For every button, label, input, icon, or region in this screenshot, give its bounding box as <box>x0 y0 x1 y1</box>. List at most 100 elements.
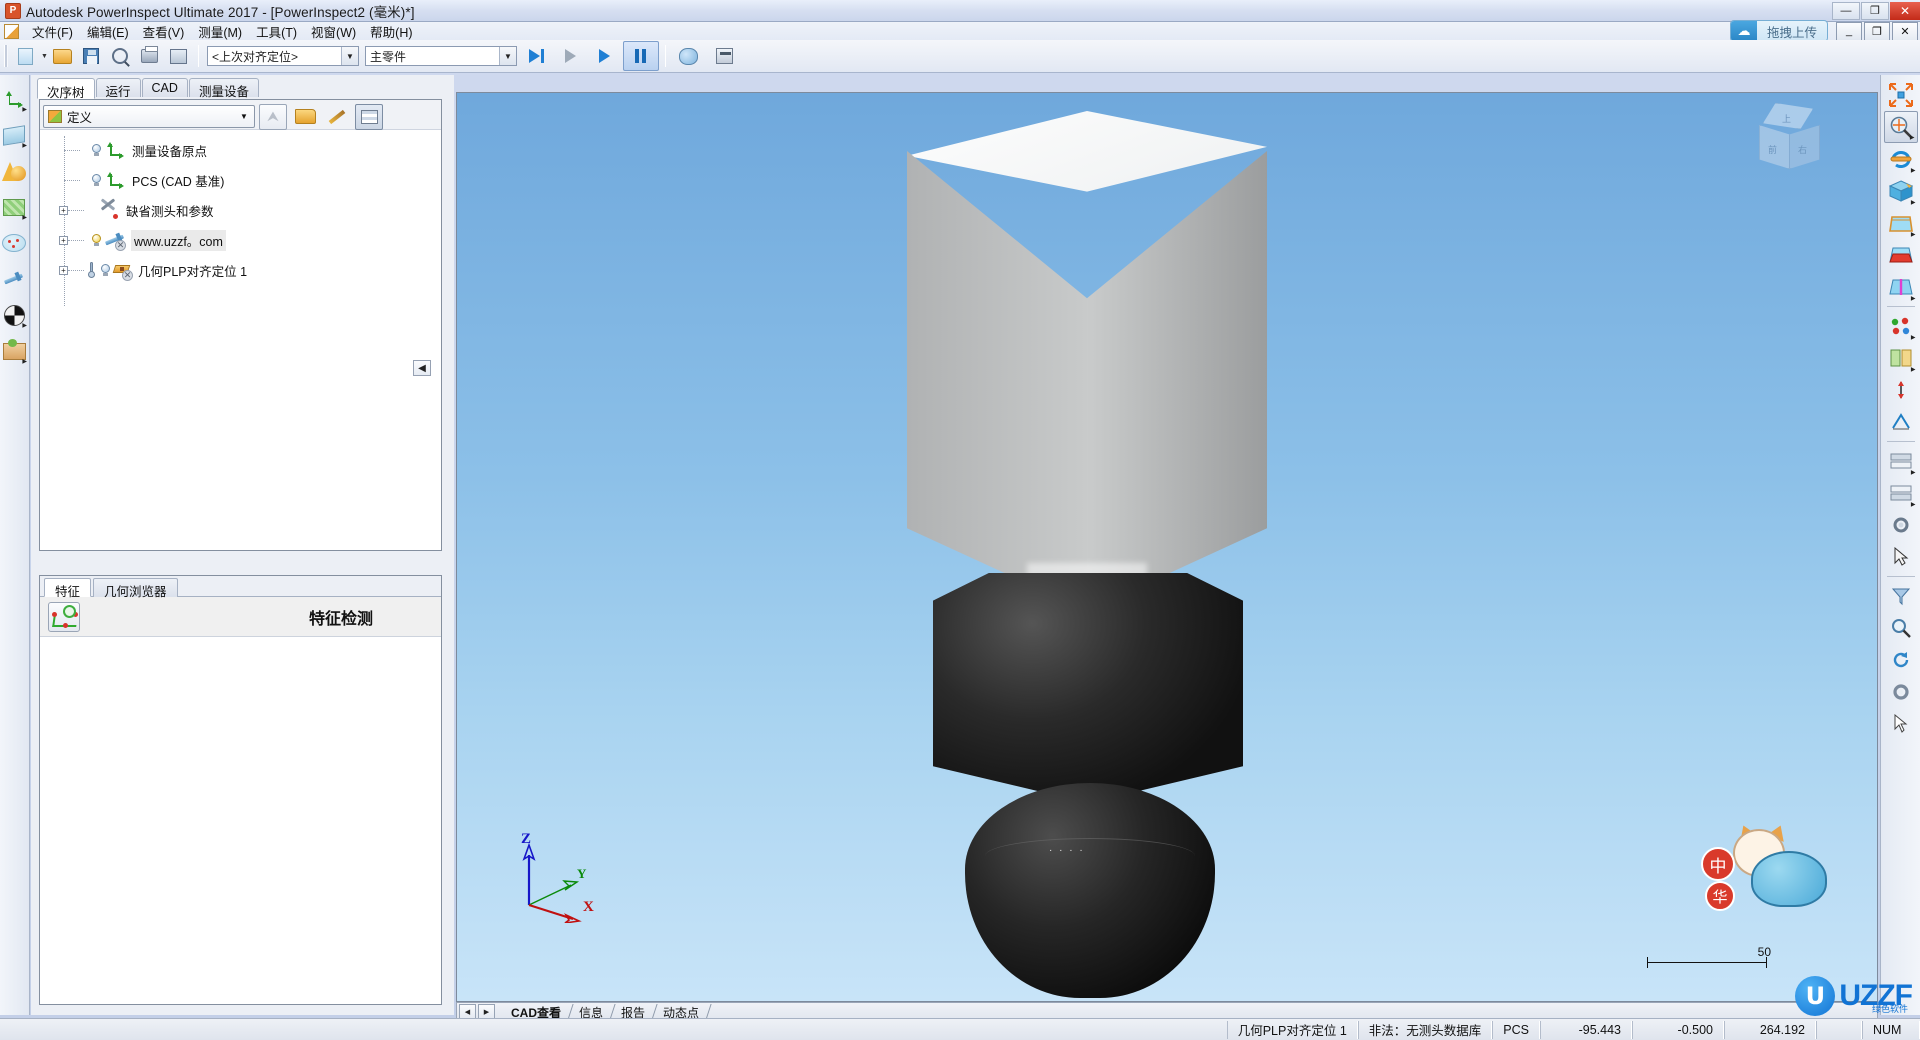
axis-vertical-button[interactable] <box>1884 374 1918 406</box>
globe-button[interactable] <box>672 43 706 69</box>
alignment-combo[interactable]: <上次对齐定位> ▼ <box>206 46 359 66</box>
surface-mesh-button[interactable]: ▶ <box>0 117 28 153</box>
tree-item-label[interactable]: 测量设备原点 <box>132 141 207 160</box>
run-button[interactable] <box>589 43 621 69</box>
tree-item-label[interactable]: PCS (CAD 基准) <box>132 171 224 190</box>
tree-list-button[interactable] <box>355 103 383 130</box>
tree-new-group-button[interactable] <box>291 104 319 130</box>
cursor-arrow-button[interactable] <box>1884 541 1918 573</box>
caret-icon-r4[interactable]: ▶ <box>1911 231 1916 238</box>
refresh-button[interactable] <box>1884 644 1918 676</box>
caret-icon-r6[interactable]: ▶ <box>1911 334 1916 341</box>
chevron-down-icon-2[interactable]: ▼ <box>498 47 516 65</box>
gear-2-button[interactable] <box>1884 676 1918 708</box>
chevron-down-icon[interactable]: ▼ <box>340 47 358 65</box>
shaded-cube-button[interactable]: ▶ <box>1884 175 1918 207</box>
menu-help[interactable]: 帮助(H) <box>363 21 419 42</box>
point-display-button[interactable]: ▶ <box>1884 310 1918 342</box>
minimize-button[interactable]: — <box>1832 1 1860 20</box>
caret-icon-r9[interactable]: ▶ <box>1911 501 1916 508</box>
cad-viewport[interactable]: RENISHAW PH10T Serial MADE IN UK · · · ·… <box>456 92 1878 1002</box>
filter-button[interactable] <box>1884 580 1918 612</box>
open-button[interactable] <box>49 43 76 69</box>
probe-head-model[interactable]: RENISHAW PH10T Serial MADE IN UK · · · · <box>907 93 1427 1001</box>
collapse-panel-button[interactable]: ◀ <box>413 360 431 376</box>
new-button[interactable] <box>12 43 39 69</box>
caret-icon-4[interactable]: ▶ <box>22 322 27 329</box>
visibility-bulb-icon[interactable] <box>92 173 101 187</box>
patch-group-button[interactable]: ▶ <box>0 189 28 225</box>
print-button[interactable] <box>136 43 163 69</box>
step-button[interactable] <box>521 43 553 69</box>
fit-to-window-button[interactable] <box>1884 79 1918 111</box>
tab-geometry-browser[interactable]: 几何浏览器 <box>93 578 178 599</box>
new-dropdown-caret-icon[interactable]: ▼ <box>41 53 48 60</box>
run-from-button[interactable] <box>555 43 587 69</box>
tree-expander[interactable]: + <box>59 205 68 215</box>
menu-edit[interactable]: 编辑(E) <box>80 21 136 42</box>
part-combo[interactable]: 主零件 ▼ <box>364 46 517 66</box>
caret-icon-2[interactable]: ▶ <box>22 142 27 149</box>
pause-button[interactable] <box>622 41 659 71</box>
caliper-measure-button[interactable] <box>0 261 28 297</box>
grid-top-button[interactable]: ▶ <box>1884 445 1918 477</box>
upload-chip[interactable]: ☁ 拖拽上传 <box>1729 20 1828 42</box>
caret-icon-r3[interactable]: ▶ <box>1911 199 1916 206</box>
export-button[interactable] <box>708 43 742 69</box>
doc-close-button[interactable]: ✕ <box>1892 21 1918 41</box>
caret-icon-3[interactable]: ▶ <box>22 214 27 221</box>
zoom-pan-button[interactable]: ▶ <box>1883 111 1918 143</box>
tab-cad[interactable]: CAD <box>141 78 188 97</box>
pointer-2-button[interactable] <box>1884 708 1918 740</box>
caret-icon-r1[interactable]: ▶ <box>1910 134 1915 141</box>
tab-sequence-tree[interactable]: 次序树 <box>37 78 95 100</box>
caret-icon-r7[interactable]: ▶ <box>1911 366 1916 373</box>
menu-tools[interactable]: 工具(T) <box>249 21 304 42</box>
section-plane-button[interactable]: ▶ <box>1884 271 1918 303</box>
maximize-button[interactable]: ❐ <box>1861 1 1889 20</box>
dimension-button[interactable] <box>1884 406 1918 438</box>
caret-icon-r2[interactable]: ▶ <box>1911 167 1916 174</box>
visibility-bulb-icon[interactable] <box>92 143 101 157</box>
menu-file[interactable]: 文件(F) <box>25 21 80 42</box>
caret-icon-r8[interactable]: ▶ <box>1911 469 1916 476</box>
tree-expander[interactable]: + <box>59 235 68 245</box>
tree-edit-button[interactable] <box>323 104 351 130</box>
probe-sphere-button[interactable]: ▶ <box>0 297 28 333</box>
tab-measure-device[interactable]: 测量设备 <box>188 78 259 99</box>
magnify-button[interactable] <box>1884 612 1918 644</box>
doc-restore-button[interactable]: ❐ <box>1864 21 1890 41</box>
tree-mode-combo[interactable]: 定义 ▼ <box>43 105 255 128</box>
view-cube[interactable]: 上 前 右 <box>1751 103 1825 177</box>
tree-expander[interactable]: + <box>59 265 68 275</box>
tab-run[interactable]: 运行 <box>95 78 141 99</box>
wireframe-box-button[interactable]: ▶ <box>1884 207 1918 239</box>
section-red-button[interactable] <box>1884 239 1918 271</box>
grid-bottom-button[interactable]: ▶ <box>1884 477 1918 509</box>
tree-item-label[interactable]: www.uzzf。com <box>131 229 226 251</box>
visibility-bulb-icon-on[interactable] <box>92 233 101 247</box>
menu-view[interactable]: 查看(V) <box>136 21 192 42</box>
caret-icon-5[interactable]: ▶ <box>22 358 27 365</box>
save-button[interactable] <box>78 43 105 69</box>
settings-gear-button[interactable] <box>1884 509 1918 541</box>
tree-item-label[interactable]: 缺省测头和参数 <box>126 201 214 220</box>
feature-inspect-icon[interactable] <box>48 601 80 632</box>
geometric-feature-button[interactable] <box>0 153 28 189</box>
toolbox-button[interactable]: ▶ <box>0 333 28 369</box>
point-cloud-button[interactable] <box>0 225 28 261</box>
caret-icon-r5[interactable]: ▶ <box>1911 295 1916 302</box>
tab-feature[interactable]: 特征 <box>44 578 92 599</box>
caret-icon-1[interactable]: ▶ <box>22 106 27 113</box>
doc-minimize-button[interactable]: _ <box>1836 21 1862 41</box>
toolbar-grip[interactable] <box>4 45 8 67</box>
compare-view-button[interactable]: ▶ <box>1884 342 1918 374</box>
tree-item-label[interactable]: 几何PLP对齐定位 1 <box>138 261 247 280</box>
report-button[interactable] <box>165 43 192 69</box>
menu-measure[interactable]: 测量(M) <box>191 21 249 42</box>
print-preview-button[interactable] <box>107 43 134 69</box>
menu-window[interactable]: 视窗(W) <box>304 21 363 42</box>
sequence-tree[interactable]: 测量设备原点 PCS (CAD 基准) + 缺省测头和参数 + ✕ www.uz… <box>40 130 441 550</box>
visibility-bulb-icon[interactable] <box>101 263 110 277</box>
rotate-view-button[interactable]: ▶ <box>1884 143 1918 175</box>
